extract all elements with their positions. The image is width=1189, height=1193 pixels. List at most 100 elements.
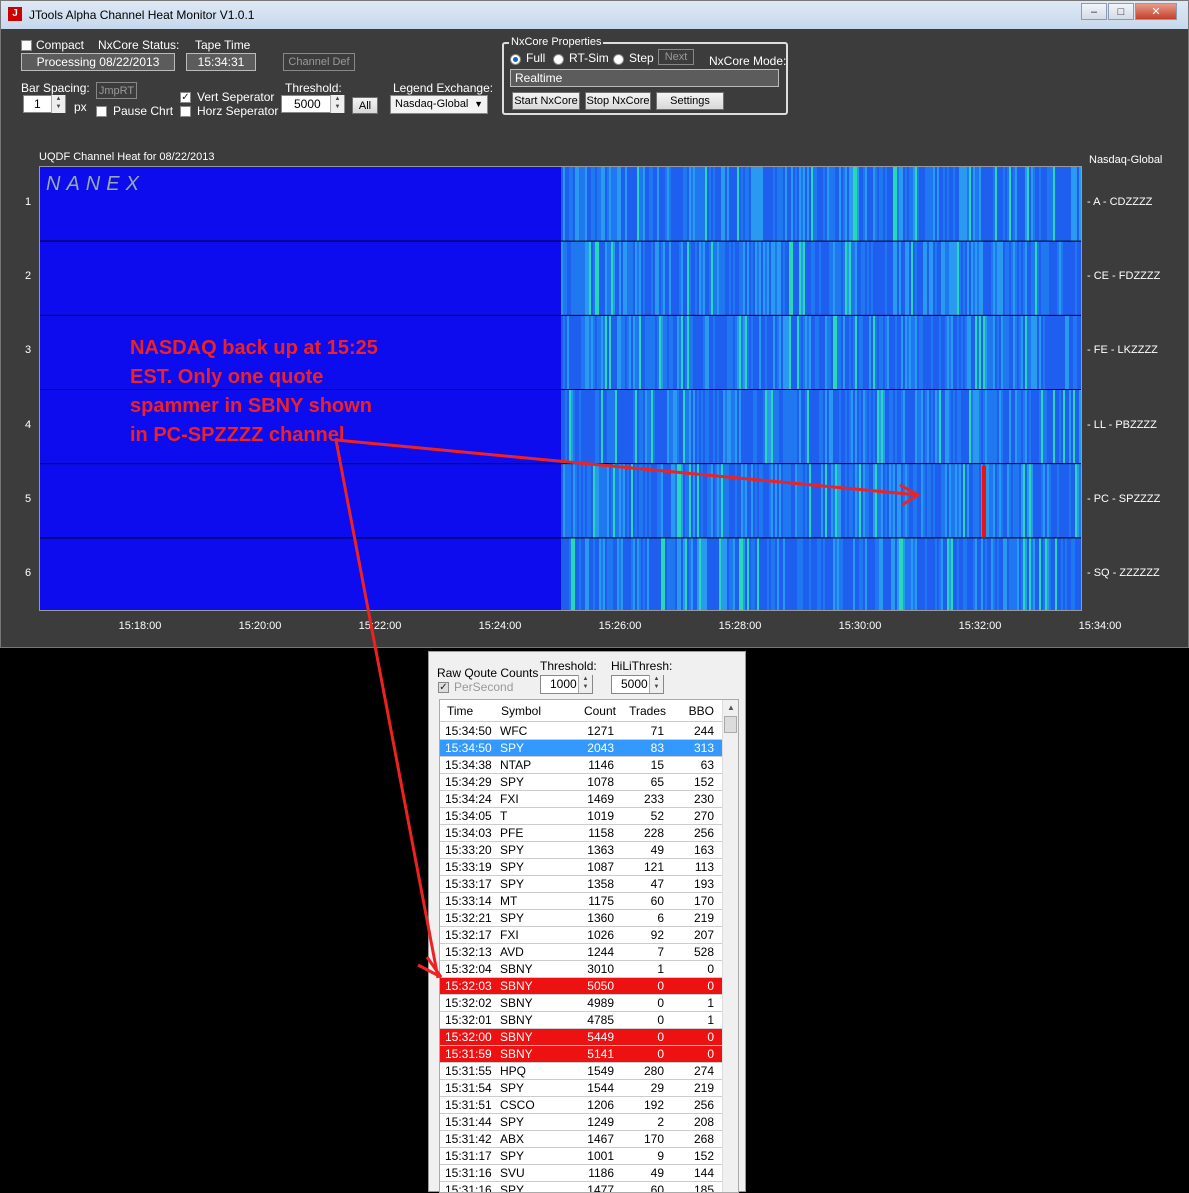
column-header-bbo[interactable]: BBO — [670, 704, 714, 718]
table-row[interactable]: 15:32:00 SBNY 5449 0 0 — [440, 1029, 722, 1046]
per-second-checkbox[interactable]: ✓ — [438, 682, 449, 693]
spinner-arrows-icon[interactable]: ▲ ▼ — [330, 95, 344, 113]
cell-trades: 0 — [657, 1013, 664, 1027]
cell-bbo: 244 — [693, 724, 714, 738]
table-row[interactable]: 15:31:51 CSCO 1206 192 256 — [440, 1097, 722, 1114]
column-header-count[interactable]: Count — [560, 704, 616, 718]
heat-cell — [853, 167, 855, 242]
bar-spacing-spinner[interactable]: 1 ▲ ▼ — [23, 95, 66, 113]
mode-step-radio[interactable] — [613, 54, 624, 65]
spinner-arrows-icon[interactable]: ▲ ▼ — [51, 95, 65, 113]
table-row[interactable]: 15:34:50 WFC 1271 71 244 — [440, 723, 722, 740]
compact-checkbox[interactable] — [21, 40, 32, 51]
mode-rtsim-radio[interactable] — [553, 54, 564, 65]
table-row[interactable]: 15:31:44 SPY 1249 2 208 — [440, 1114, 722, 1131]
table-row[interactable]: 15:34:03 PFE 1158 228 256 — [440, 825, 722, 842]
cell-bbo: 0 — [707, 979, 714, 993]
table-row[interactable]: 15:34:24 FXI 1469 233 230 — [440, 791, 722, 808]
table-row[interactable]: 15:32:02 SBNY 4989 0 1 — [440, 995, 722, 1012]
scrollbar-thumb[interactable] — [724, 716, 737, 733]
table-row[interactable]: 15:33:17 SPY 1358 47 193 — [440, 876, 722, 893]
table-row[interactable]: 15:32:04 SBNY 3010 1 0 — [440, 961, 722, 978]
legend-exchange-select[interactable]: Nasdaq-Global ▼ — [390, 95, 488, 114]
heat-cell — [1001, 315, 1003, 390]
table-row[interactable]: 15:31:54 SPY 1544 29 219 — [440, 1080, 722, 1097]
cell-bbo: 208 — [693, 1115, 714, 1129]
table-row[interactable]: 15:31:16 SVU 1186 49 144 — [440, 1165, 722, 1182]
heat-cell — [619, 167, 621, 242]
table-row[interactable]: 15:31:17 SPY 1001 9 152 — [440, 1148, 722, 1165]
heat-cell — [625, 315, 627, 390]
heat-cell — [577, 389, 579, 464]
table-row[interactable]: 15:31:16 SPY 1477 60 185 — [440, 1182, 722, 1192]
table-row[interactable]: 15:33:20 SPY 1363 49 163 — [440, 842, 722, 859]
stop-nxcore-button[interactable]: Stop NxCore — [585, 92, 651, 110]
table-row[interactable]: 15:32:17 FXI 1026 92 207 — [440, 927, 722, 944]
heat-cell — [1011, 537, 1013, 610]
heat-cell — [883, 463, 885, 538]
table-row[interactable]: 15:34:50 SPY 2043 83 313 — [440, 740, 722, 757]
heat-cell — [1033, 537, 1035, 610]
heat-cell — [957, 463, 959, 538]
horz-separator-checkbox[interactable] — [180, 106, 191, 117]
minimize-button[interactable]: – — [1081, 3, 1107, 20]
cell-trades: 0 — [657, 1030, 664, 1044]
table-row[interactable]: 15:32:21 SPY 1360 6 219 — [440, 910, 722, 927]
channel-def-button[interactable]: Channel Def — [283, 53, 355, 71]
all-button[interactable]: All — [352, 97, 378, 114]
heat-cell — [605, 463, 607, 538]
start-nxcore-button[interactable]: Start NxCore — [512, 92, 580, 110]
heat-cell — [653, 389, 655, 464]
heat-cell — [837, 315, 839, 390]
heat-cell — [573, 315, 575, 390]
table-row[interactable]: 15:34:05 T 1019 52 270 — [440, 808, 722, 825]
scroll-up-icon[interactable]: ▲ — [727, 703, 735, 712]
column-header-trades[interactable]: Trades — [620, 704, 666, 718]
table-row[interactable]: 15:32:13 AVD 1244 7 528 — [440, 944, 722, 961]
threshold-spinner[interactable]: 5000 ▲ ▼ — [281, 95, 345, 113]
cell-symbol: AVD — [500, 945, 524, 959]
hilithresh-spinner[interactable]: 5000 ▲ ▼ — [611, 675, 664, 694]
column-header-time[interactable]: Time — [447, 704, 473, 718]
heat-cell — [983, 241, 985, 316]
next-button[interactable]: Next — [658, 49, 694, 65]
table-row[interactable]: 15:34:29 SPY 1078 65 152 — [440, 774, 722, 791]
heat-cell — [663, 389, 665, 464]
heat-cell — [995, 537, 997, 610]
heat-cell — [1037, 167, 1039, 242]
vertical-scrollbar[interactable]: ▲ — [722, 700, 738, 1192]
heat-cell — [863, 241, 865, 316]
heat-cell — [681, 463, 683, 538]
panel-threshold-spinner[interactable]: 1000 ▲ ▼ — [540, 675, 593, 694]
maximize-button[interactable]: □ — [1108, 3, 1134, 20]
vert-separator-checkbox[interactable]: ✓ — [180, 92, 191, 103]
table-row[interactable]: 15:33:14 MT 1175 60 170 — [440, 893, 722, 910]
table-row[interactable]: 15:32:01 SBNY 4785 0 1 — [440, 1012, 722, 1029]
table-row[interactable]: 15:33:19 SPY 1087 121 113 — [440, 859, 722, 876]
table-row[interactable]: 15:31:59 SBNY 5141 0 0 — [440, 1046, 722, 1063]
cell-time: 15:31:44 — [445, 1115, 492, 1129]
panel-threshold-value: 1000 — [550, 677, 577, 691]
mode-full-radio[interactable] — [510, 54, 521, 65]
quote-counts-table[interactable]: Time Symbol Count Trades BBO 15:34:50 WFC… — [439, 699, 739, 1193]
pause-chrt-checkbox[interactable] — [96, 106, 107, 117]
spinner-arrows-icon[interactable]: ▲ ▼ — [578, 675, 592, 693]
title-bar[interactable]: J JTools Alpha Channel Heat Monitor V1.0… — [1, 1, 1188, 29]
heat-cell — [649, 389, 651, 464]
column-header-symbol[interactable]: Symbol — [501, 704, 541, 718]
table-row[interactable]: 15:31:42 ABX 1467 170 268 — [440, 1131, 722, 1148]
spinner-arrows-icon[interactable]: ▲ ▼ — [649, 675, 663, 693]
heat-cell — [841, 241, 843, 316]
settings-button[interactable]: Settings — [656, 92, 724, 110]
heat-cell — [1081, 241, 1082, 315]
jmprt-button[interactable]: JmpRT — [96, 82, 137, 99]
heat-cell — [833, 167, 835, 242]
table-row[interactable]: 15:34:38 NTAP 1146 15 63 — [440, 757, 722, 774]
table-row[interactable]: 15:32:03 SBNY 5050 0 0 — [440, 978, 722, 995]
heat-cell — [919, 315, 921, 390]
cell-time: 15:32:21 — [445, 911, 492, 925]
heat-cell — [863, 389, 865, 464]
table-row[interactable]: 15:31:55 HPQ 1549 280 274 — [440, 1063, 722, 1080]
heat-cell — [753, 241, 755, 316]
close-button[interactable]: ✕ — [1135, 3, 1177, 20]
